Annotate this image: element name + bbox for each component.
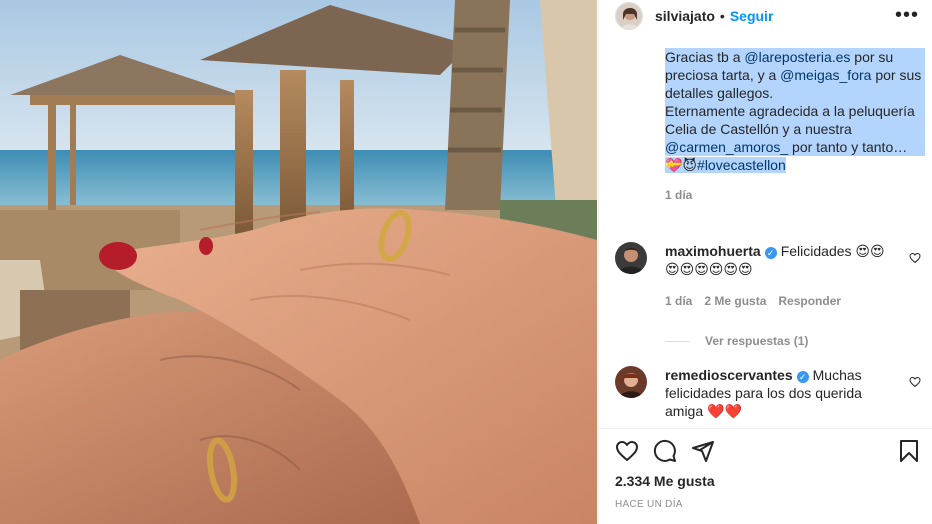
replies-divider <box>665 340 689 342</box>
comment-age[interactable]: 1 día <box>665 294 692 308</box>
comment-likes[interactable]: 2 Me gusta <box>704 294 766 308</box>
likes-count[interactable]: 2.334 Me gusta <box>615 473 715 489</box>
caption-meta: 1 día <box>665 186 925 204</box>
caption-hashtag-line: 💝😈#lovecastellon <box>665 156 925 174</box>
comment-body: remedioscervantes ✓ Muchas felicidades par… <box>665 366 897 420</box>
follow-button[interactable]: Seguir <box>730 8 774 24</box>
mention-link[interactable]: @lareposteria.es <box>744 49 850 65</box>
reply-button[interactable]: Responder <box>778 294 841 308</box>
commenter-avatar[interactable] <box>615 242 647 274</box>
commenter-username[interactable]: remedioscervantes <box>665 367 793 383</box>
mention-link[interactable]: @carmen_amoros_ <box>665 139 788 155</box>
heart-icon[interactable] <box>615 439 639 463</box>
like-comment-heart-icon[interactable] <box>909 376 921 388</box>
bookmark-icon[interactable] <box>897 439 921 463</box>
verified-badge-icon: ✓ <box>764 247 777 259</box>
comments-list[interactable]: Gracias tb a @lareposteria.es por su pre… <box>599 44 932 428</box>
more-options-icon[interactable]: ••• <box>895 4 919 27</box>
view-replies-button[interactable]: Ver respuestas (1) <box>665 334 808 348</box>
share-icon[interactable] <box>691 439 715 463</box>
posted-time[interactable]: HACE UN DÍA <box>615 499 683 510</box>
verified-badge-icon: ✓ <box>796 371 809 383</box>
caption-text: Gracias tb a @lareposteria.es por su pre… <box>665 48 925 102</box>
hashtag-link[interactable]: #lovecastellon <box>697 157 786 173</box>
separator-dot: • <box>719 8 725 24</box>
comment-body: maximohuerta ✓ Felicidades 😍😍 😍😍😍😍😍😍 1 día… <box>665 242 897 310</box>
comment-icon[interactable] <box>653 439 677 463</box>
commenter-avatar[interactable] <box>615 366 647 398</box>
post-caption: Gracias tb a @lareposteria.es por su pre… <box>665 48 925 204</box>
comment-meta: 1 día 2 Me gusta Responder <box>665 292 897 310</box>
rings-hands-image <box>0 0 597 524</box>
action-icons <box>615 439 715 463</box>
caption-emoji: 💝😈 <box>665 157 698 173</box>
post-header: silviajato • Seguir ••• <box>599 0 932 32</box>
post-side-panel: silviajato • Seguir ••• Gracias tb a @la… <box>598 0 932 524</box>
caption-text: Eternamente agradecida a la peluquería C… <box>665 102 925 156</box>
author-avatar[interactable] <box>615 2 643 30</box>
post-photo[interactable] <box>0 0 597 524</box>
author-username[interactable]: silviajato <box>655 8 715 24</box>
mention-link[interactable]: @meigas_fora <box>780 67 871 83</box>
caption-age[interactable]: 1 día <box>665 188 692 202</box>
view-replies-label: Ver respuestas (1) <box>705 334 809 348</box>
like-comment-heart-icon[interactable] <box>909 252 921 264</box>
post-actions: 2.334 Me gusta HACE UN DÍA <box>599 428 932 524</box>
commenter-username[interactable]: maximohuerta <box>665 243 761 259</box>
